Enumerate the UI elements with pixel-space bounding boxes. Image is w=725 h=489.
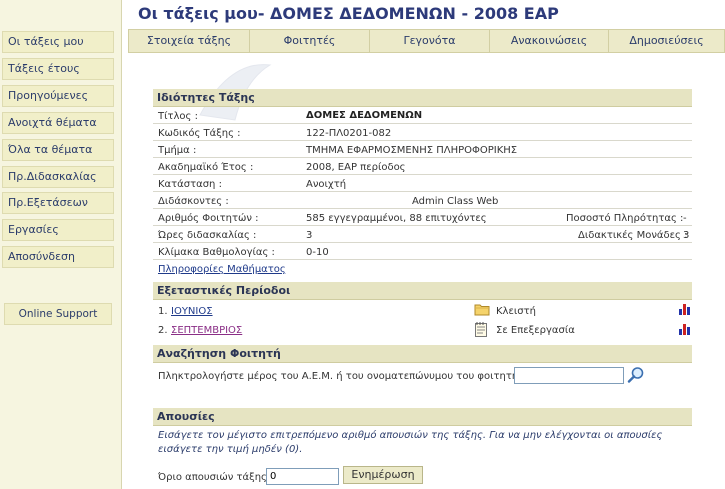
properties-heading: Ιδιότητες Τάξης [153, 89, 692, 107]
code-label: Κωδικός Τάξης : [158, 128, 241, 139]
title-label: Τίτλος : [158, 111, 198, 122]
notepad-icon [475, 322, 487, 337]
students-value: 585 εγγεγραμμένοι, 88 επιτυχόντες [306, 213, 487, 224]
absence-limit-input[interactable] [266, 468, 339, 485]
divider [153, 157, 692, 158]
tab-students[interactable]: Φοιτητές [249, 29, 369, 53]
teachers-value: Admin Class Web [412, 196, 499, 207]
exam-status-closed: Κλειστή [496, 306, 536, 317]
exam-period-september-link[interactable]: ΣΕΠΤΕΜΒΡΙΟΣ [171, 325, 242, 336]
fill-label: Ποσοστό Πληρότητας : [566, 213, 684, 224]
search-prompt: Πληκτρολογήστε μέρος του Α.Ε.Μ. ή του ον… [158, 371, 525, 382]
bar-chart-icon[interactable] [678, 322, 692, 336]
online-support-button[interactable]: Online Support [4, 303, 112, 325]
sidebar-item-logout[interactable]: Αποσύνδεση [2, 246, 114, 268]
grade-value: 0-10 [306, 247, 329, 258]
fill-value: - [683, 213, 687, 224]
sidebar-item-teaching-program[interactable]: Πρ.Διδασκαλίας [2, 166, 114, 188]
sidebar-item-previous[interactable]: Προηγούμενες [2, 85, 114, 107]
teachers-label: Διδάσκοντες : [158, 196, 229, 207]
year-label: Ακαδημαϊκό Έτος : [158, 162, 254, 173]
search-input[interactable] [514, 367, 624, 384]
exam-period-june-link[interactable]: ΙΟΥΝΙΟΣ [171, 306, 213, 317]
divider [153, 208, 692, 209]
page-title: Οι τάξεις μου- ΔΟΜΕΣ ΔΕΔΟΜΕΝΩΝ - 2008 ΕΑ… [138, 4, 559, 23]
exam-status-in-progress: Σε Επεξεργασία [496, 325, 575, 336]
divider [153, 123, 692, 124]
sidebar-item-assignments[interactable]: Εργασίες [2, 219, 114, 241]
sidebar: Οι τάξεις μου Τάξεις έτους Προηγούμενες … [0, 0, 122, 489]
magnifier-icon[interactable] [627, 366, 645, 384]
absences-note: Εισάγετε τον μέγιστο επιτρεπόμενο αριθμό… [158, 430, 663, 455]
sidebar-item-year-classes[interactable]: Τάξεις έτους [2, 58, 114, 80]
sidebar-item-all-topics[interactable]: Όλα τα θέματα [2, 139, 114, 161]
hours-label: Ώρες διδασκαλίας : [158, 230, 257, 241]
search-heading: Αναζήτηση Φοιτητή [153, 345, 692, 363]
exam-period-number: 1. [158, 306, 168, 317]
tab-class-info[interactable]: Στοιχεία τάξης [128, 29, 249, 53]
code-value: 122-ΠΛ0201-082 [306, 128, 392, 139]
absence-limit-label: Όριο απουσιών τάξης: [158, 472, 271, 483]
status-value: Ανοιχτή [306, 179, 347, 190]
divider [153, 225, 692, 226]
divider [153, 191, 692, 192]
update-button[interactable]: Ενημέρωση [343, 466, 423, 484]
grade-label: Κλίμακα Βαθμολογίας : [158, 247, 275, 258]
sidebar-item-exam-program[interactable]: Πρ.Εξετάσεων [2, 192, 114, 214]
hours-value: 3 [306, 230, 313, 241]
divider [153, 140, 692, 141]
tab-announcements[interactable]: Ανακοινώσεις [489, 29, 608, 53]
students-label: Αριθμός Φοιτητών : [158, 213, 259, 224]
dept-label: Τμήμα : [158, 145, 197, 156]
sidebar-item-my-classes[interactable]: Οι τάξεις μου [2, 31, 114, 53]
folder-icon [474, 304, 490, 316]
course-info-link[interactable]: Πληροφορίες Μαθήματος [158, 264, 286, 275]
divider [153, 242, 692, 243]
divider [153, 259, 692, 260]
bar-chart-icon[interactable] [678, 302, 692, 316]
tab-events[interactable]: Γεγονότα [369, 29, 489, 53]
units-label: Διδακτικές Μονάδες : [578, 230, 688, 241]
exam-period-number: 2. [158, 325, 168, 336]
sidebar-item-open-topics[interactable]: Ανοιχτά θέματα [2, 112, 114, 134]
units-value: 3 [683, 230, 690, 241]
tab-bar: Στοιχεία τάξης Φοιτητές Γεγονότα Ανακοιν… [128, 29, 725, 53]
dept-value: ΤΜΗΜΑ ΕΦΑΡΜΟΣΜΕΝΗΣ ΠΛΗΡΟΦΟΡΙΚΗΣ [306, 145, 518, 156]
tab-publications[interactable]: Δημοσιεύσεις [608, 29, 725, 53]
absences-heading: Απουσίες [153, 408, 692, 426]
exams-heading: Εξεταστικές Περίοδοι [153, 282, 692, 300]
title-value: ΔΟΜΕΣ ΔΕΔΟΜΕΝΩΝ [306, 110, 423, 121]
status-label: Κατάσταση : [158, 179, 222, 190]
year-value: 2008, ΕΑΡ περίοδος [306, 162, 406, 173]
divider [153, 174, 692, 175]
